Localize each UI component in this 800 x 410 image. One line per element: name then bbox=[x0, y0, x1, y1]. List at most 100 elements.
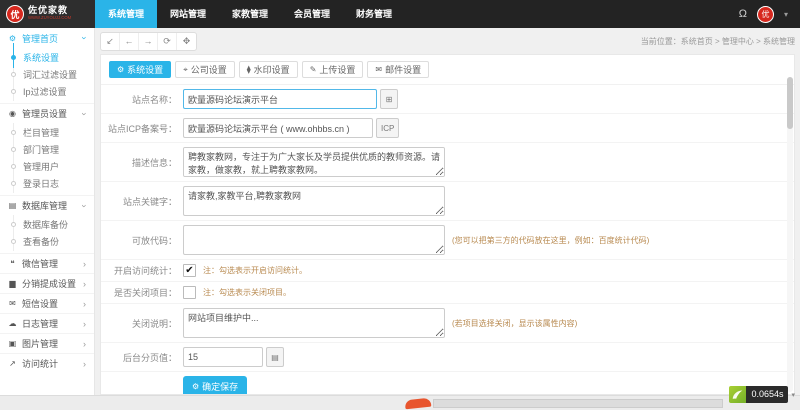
page-size-row: 后台分页值： ▤ bbox=[101, 343, 794, 372]
field-label: 后台分页值： bbox=[101, 351, 177, 364]
visit-stats-checkbox[interactable]: ✔ bbox=[183, 264, 196, 277]
field-label: 开启访问统计： bbox=[101, 264, 177, 277]
bullet-icon bbox=[11, 222, 16, 227]
fullscreen-icon[interactable]: ✥ bbox=[177, 33, 196, 50]
custom-code-textarea[interactable] bbox=[183, 225, 445, 255]
grid-addon-button[interactable]: ⊞ bbox=[380, 89, 398, 109]
close-note-textarea[interactable]: 网站项目维护中... bbox=[183, 308, 445, 338]
line-chart-icon: ↗ bbox=[8, 359, 17, 368]
sidebar-group-visit-stats[interactable]: ↗ 访问统计 › bbox=[0, 353, 94, 373]
sidebar: ⚙ 管理首页 › 系统设置 词汇过滤设置 Ip过滤设置 ◉ 管理员设置 bbox=[0, 28, 95, 395]
leaf-icon bbox=[729, 386, 746, 403]
close-note-row: 关闭说明： 网站项目维护中... (若项目选择关闭，显示该属性内容) bbox=[101, 304, 794, 343]
sidebar-item-columns[interactable]: 栏目管理 bbox=[0, 124, 94, 141]
sidebar-group-commission[interactable]: ▆ 分销提成设置 › bbox=[0, 273, 94, 293]
tab-watermark-settings[interactable]: ⧫ 水印设置 bbox=[239, 61, 298, 78]
chevron-down-icon[interactable]: ▾ bbox=[784, 10, 788, 19]
keywords-row: 站点关键字： 请家教,家教平台,聘教家教网 bbox=[101, 182, 794, 221]
keywords-textarea[interactable]: 请家教,家教平台,聘教家教网 bbox=[183, 186, 445, 216]
field-note: 注：勾选表示开启访问统计。 bbox=[203, 265, 307, 276]
debug-time-badge[interactable]: 0.0654s ▾ bbox=[729, 386, 795, 403]
save-row: ⚙ 确定保存 bbox=[101, 372, 794, 395]
check-icon: ✔ bbox=[185, 266, 193, 276]
admin-icon: ◉ bbox=[8, 109, 17, 118]
scrollbar-track[interactable] bbox=[787, 77, 793, 392]
chevron-right-icon: › bbox=[83, 279, 86, 289]
sidebar-group-database[interactable]: ▤ 数据库管理 › bbox=[0, 195, 94, 215]
chevron-down-icon: › bbox=[80, 37, 90, 40]
forward-icon[interactable]: → bbox=[139, 33, 158, 50]
sidebar-group-label: 管理员设置 bbox=[22, 107, 67, 120]
bullet-icon bbox=[11, 72, 16, 77]
message-icon: ✉ bbox=[8, 299, 17, 308]
sidebar-item-system-settings[interactable]: 系统设置 bbox=[0, 49, 94, 66]
refresh-icon[interactable]: ⟳ bbox=[158, 33, 177, 50]
envelope-icon: ✉ bbox=[375, 65, 382, 74]
bullet-icon bbox=[11, 55, 16, 60]
sidebar-item-login-log[interactable]: 登录日志 bbox=[0, 175, 94, 192]
site-name-input[interactable] bbox=[183, 89, 377, 109]
pager-addon-button[interactable]: ▤ bbox=[266, 347, 284, 367]
back-icon[interactable]: ← bbox=[120, 33, 139, 50]
toolbar: ↙ ← → ⟳ ✥ 当前位置：系统首页 > 管理中心 > 系统管理 bbox=[100, 28, 795, 54]
page-size-input[interactable] bbox=[183, 347, 263, 367]
bullet-icon bbox=[11, 130, 16, 135]
scrollbar-thumb[interactable] bbox=[787, 77, 793, 129]
sidebar-item-db-backup[interactable]: 数据库备份 bbox=[0, 216, 94, 233]
app-logo[interactable]: 优 佐优家教 WWW.ZUYOUJJ.COM bbox=[0, 0, 95, 28]
close-project-checkbox[interactable] bbox=[183, 286, 196, 299]
menu-item-system[interactable]: 系统管理 bbox=[95, 0, 157, 28]
footer-strip bbox=[0, 395, 800, 410]
menu-item-members[interactable]: 会员管理 bbox=[281, 0, 343, 28]
bullet-icon bbox=[11, 164, 16, 169]
logo-icon: 优 bbox=[6, 5, 24, 23]
menu-item-finance[interactable]: 财务管理 bbox=[343, 0, 405, 28]
icp-input[interactable] bbox=[183, 118, 373, 138]
sidebar-group-label: 管理首页 bbox=[22, 32, 58, 45]
avatar[interactable]: 优 bbox=[757, 6, 774, 23]
footer-bar bbox=[433, 399, 723, 408]
chevron-right-icon: › bbox=[83, 319, 86, 329]
tab-upload-settings[interactable]: ✎ 上传设置 bbox=[302, 61, 364, 78]
bell-icon[interactable]: Ω bbox=[739, 8, 747, 20]
drop-icon: ⧫ bbox=[247, 65, 251, 74]
sidebar-item-view-backup[interactable]: 查看备份 bbox=[0, 233, 94, 250]
pin-icon: ⌖ bbox=[183, 65, 188, 75]
sidebar-item-admin-users[interactable]: 管理用户 bbox=[0, 158, 94, 175]
menu-item-website[interactable]: 网站管理 bbox=[157, 0, 219, 28]
topbar: 优 佐优家教 WWW.ZUYOUJJ.COM 系统管理 网站管理 家教管理 会员… bbox=[0, 0, 800, 28]
save-button[interactable]: ⚙ 确定保存 bbox=[183, 376, 247, 395]
sidebar-group-sms[interactable]: ✉ 短信设置 › bbox=[0, 293, 94, 313]
sidebar-item-word-filter[interactable]: 词汇过滤设置 bbox=[0, 66, 94, 83]
field-note: (您可以把第三方的代码放在这里，例如：百度统计代码) bbox=[452, 235, 649, 246]
database-icon: ▤ bbox=[8, 201, 17, 210]
sidebar-group-admin-home[interactable]: ⚙ 管理首页 › bbox=[0, 28, 94, 48]
gears-icon: ⚙ bbox=[8, 34, 17, 43]
field-note: 注：勾选表示关闭项目。 bbox=[203, 287, 291, 298]
chevron-down-icon: › bbox=[80, 204, 90, 207]
sidebar-item-ip-filter[interactable]: Ip过滤设置 bbox=[0, 83, 94, 100]
description-row: 描述信息： 聘教家教网，专注于为广大家长及学员提供优质的教师资源。请家教，做家教… bbox=[101, 143, 794, 182]
icp-addon-button[interactable]: ICP bbox=[376, 118, 399, 138]
description-textarea[interactable]: 聘教家教网，专注于为广大家长及学员提供优质的教师资源。请家教，做家教，就上聘教家… bbox=[183, 147, 445, 177]
sidebar-group-admin-settings[interactable]: ◉ 管理员设置 › bbox=[0, 103, 94, 123]
sidebar-group-logs[interactable]: ☁ 日志管理 › bbox=[0, 313, 94, 333]
sidebar-group-images[interactable]: ▣ 图片管理 › bbox=[0, 333, 94, 353]
tab-mail-settings[interactable]: ✉ 邮件设置 bbox=[367, 61, 429, 78]
breadcrumb: 当前位置：系统首页 > 管理中心 > 系统管理 bbox=[641, 36, 795, 47]
tab-company-settings[interactable]: ⌖ 公司设置 bbox=[175, 61, 235, 78]
sidebar-item-departments[interactable]: 部门管理 bbox=[0, 141, 94, 158]
caret-down-icon: ▾ bbox=[791, 391, 795, 399]
sidebar-group-wechat[interactable]: ❝ 微信管理 › bbox=[0, 253, 94, 273]
chevron-right-icon: › bbox=[83, 259, 86, 269]
footer-logo-partial bbox=[405, 398, 432, 410]
chevron-down-icon: › bbox=[80, 112, 90, 115]
field-label: 关闭说明： bbox=[101, 317, 177, 330]
menu-item-tutoring[interactable]: 家教管理 bbox=[219, 0, 281, 28]
custom-code-row: 可放代码： (您可以把第三方的代码放在这里，例如：百度统计代码) bbox=[101, 221, 794, 260]
top-menu: 系统管理 网站管理 家教管理 会员管理 财务管理 bbox=[95, 0, 405, 28]
tab-system-settings[interactable]: ⚙ 系统设置 bbox=[109, 61, 171, 78]
gear-icon: ⚙ bbox=[117, 65, 124, 74]
bullet-icon bbox=[11, 181, 16, 186]
collapse-icon[interactable]: ↙ bbox=[101, 33, 120, 50]
